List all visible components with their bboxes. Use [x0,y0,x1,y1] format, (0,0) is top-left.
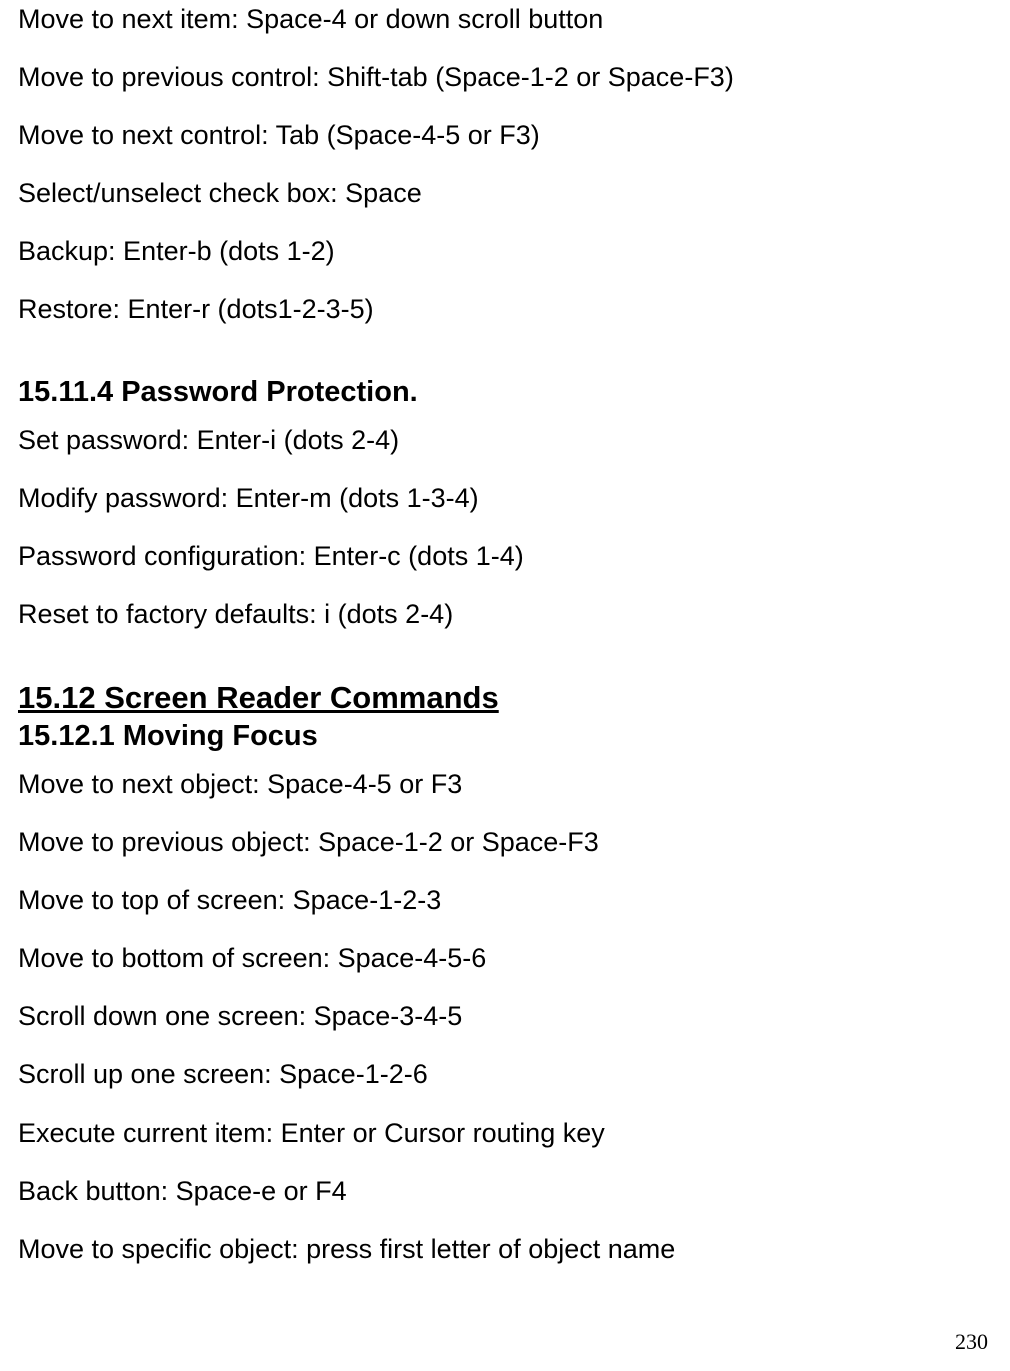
body-text: Move to next object: Space-4-5 or F3 [18,767,992,802]
document-body: Move to next item: Space-4 or down scrol… [18,0,992,1267]
body-text: Move to bottom of screen: Space-4-5-6 [18,941,992,976]
body-text: Move to previous object: Space-1-2 or Sp… [18,825,992,860]
body-text: Move to specific object: press first let… [18,1232,992,1267]
heading-screen-reader-commands: 15.12 Screen Reader Commands [18,680,992,716]
body-text: Scroll up one screen: Space-1-2-6 [18,1057,992,1092]
body-text: Scroll down one screen: Space-3-4-5 [18,999,992,1034]
heading-moving-focus: 15.12.1 Moving Focus [18,720,992,753]
heading-password-protection: 15.11.4 Password Protection. [18,376,992,409]
body-text: Select/unselect check box: Space [18,176,992,211]
body-text: Backup: Enter-b (dots 1-2) [18,234,992,269]
body-text: Back button: Space-e or F4 [18,1174,992,1209]
body-text: Move to top of screen: Space-1-2-3 [18,883,992,918]
body-text: Password configuration: Enter-c (dots 1-… [18,539,992,574]
body-text: Restore: Enter-r (dots1-2-3-5) [18,292,992,327]
body-text: Move to previous control: Shift-tab (Spa… [18,60,992,95]
body-text: Reset to factory defaults: i (dots 2-4) [18,597,992,632]
body-text: Move to next control: Tab (Space-4-5 or … [18,118,992,153]
body-text: Modify password: Enter-m (dots 1-3-4) [18,481,992,516]
body-text: Move to next item: Space-4 or down scrol… [18,2,992,37]
body-text: Execute current item: Enter or Cursor ro… [18,1116,992,1151]
page-number: 230 [955,1329,988,1355]
body-text: Set password: Enter-i (dots 2-4) [18,423,992,458]
